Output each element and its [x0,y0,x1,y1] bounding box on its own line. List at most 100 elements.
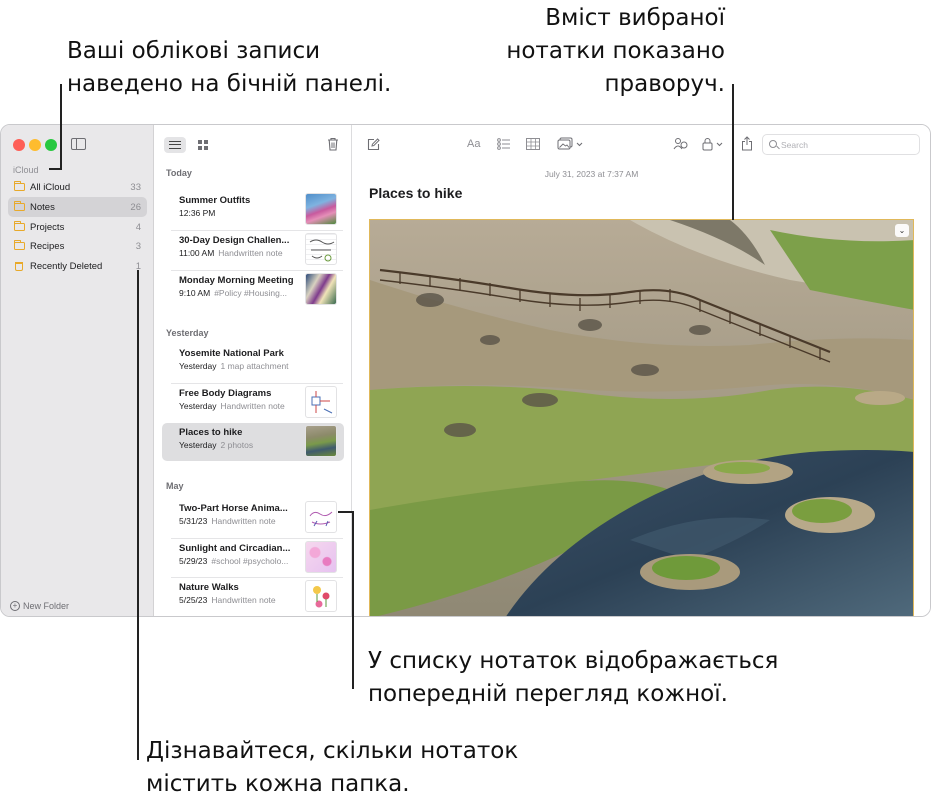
callout-line: нотатки показано [506,38,725,64]
note-item-selected[interactable]: Places to hike Yesterday 2 photos [162,423,344,461]
folder-icon [13,221,25,231]
note-preview: Handwritten note [218,248,283,258]
collaborate-icon[interactable] [673,137,688,151]
note-item[interactable]: Summer Outfits 12:36 PM [162,191,344,229]
note-title: Nature Walks [179,582,239,593]
list-view-button[interactable] [164,137,186,153]
note-meta: 11:00 AM Handwritten note [179,248,305,258]
note-title[interactable]: Places to hike [369,185,462,201]
note-item[interactable]: Nature Walks 5/25/23 Handwritten note [162,578,344,616]
diagram-thumbnail-icon [311,391,333,414]
new-folder-label: New Folder [23,601,70,611]
note-title: 30-Day Design Challen... [179,235,290,246]
notes-window: iCloud All iCloud 33 Notes 26 Projects 4… [0,124,931,617]
note-thumbnail [305,541,337,573]
table-icon[interactable] [526,138,540,150]
note-item[interactable]: Sunlight and Circadian... 5/29/23 #school… [162,539,344,577]
zoom-window-button[interactable] [45,139,57,151]
folder-count: 33 [130,181,141,193]
note-meta: Yesterday Handwritten note [179,401,305,411]
note-meta: Yesterday 1 map attachment [179,361,305,371]
sidebar-toggle-icon[interactable] [71,138,86,150]
folder-label: Recipes [30,240,65,252]
search-input[interactable] [781,138,911,151]
note-item[interactable]: Monday Morning Meeting 9:10 AM #Policy #H… [162,271,344,309]
note-meta: 5/31/23 Handwritten note [179,516,305,526]
gallery-view-icon [198,140,208,150]
sidebar-folder-all-icloud[interactable]: All iCloud 33 [8,177,147,197]
callout-line: Вміст вибраної [545,5,725,31]
checklist-icon[interactable] [497,138,511,150]
note-item[interactable]: Two-Part Horse Anima... 5/31/23 Handwritt… [162,499,344,537]
close-window-button[interactable] [13,139,25,151]
leader-line [60,84,62,170]
note-item[interactable]: 30-Day Design Challen... 11:00 AM Handwri… [162,231,344,269]
sidebar-folder-projects[interactable]: Projects 4 [8,217,147,237]
note-item[interactable]: Free Body Diagrams Yesterday Handwritten … [162,384,344,422]
note-date: 12:36 PM [179,208,216,218]
minimize-window-button[interactable] [29,139,41,151]
sidebar-folder-recipes[interactable]: Recipes 3 [8,236,147,256]
callout-note-content: Вміст вибраної нотатки показано праворуч… [506,2,725,101]
note-date: 5/31/23 [179,516,208,526]
note-item[interactable]: Yosemite National Park Yesterday 1 map at… [162,344,344,382]
sidebar-folder-notes[interactable]: Notes 26 [8,197,147,217]
sketch-thumbnail-icon [309,239,335,262]
group-label-yesterday: Yesterday [166,328,209,338]
media-icon[interactable] [557,137,585,151]
callout-line: У списку нотаток відображається [368,648,779,674]
note-title: Monday Morning Meeting [179,275,294,286]
note-preview: Handwritten note [211,595,276,605]
flowers-thumbnail-icon [313,586,330,608]
sidebar: iCloud All iCloud 33 Notes 26 Projects 4… [1,125,154,616]
note-preview: 1 map attachment [220,361,289,371]
note-thumbnail [305,425,337,457]
note-thumbnail [305,501,337,533]
callout-line: праворуч. [604,71,725,97]
note-date: Yesterday [179,440,217,450]
folder-label: All iCloud [30,181,71,193]
trash-icon [15,261,23,271]
lock-icon[interactable] [702,137,726,151]
sketch-thumbnail-icon [309,511,333,527]
compose-icon[interactable] [367,138,380,151]
note-preview: Handwritten note [211,516,276,526]
note-meta: 12:36 PM [179,208,305,218]
new-folder-button[interactable]: + New Folder [10,601,69,611]
note-editor: Aa Search July 31, 2023 at 7:37 AM Place… [353,125,930,616]
callout-folder-counts: Дізнавайтеся, скільки нотаток містить ко… [146,735,518,801]
callout-notes-list: У списку нотаток відображається попередн… [368,645,778,711]
note-title: Free Body Diagrams [179,388,272,399]
search-field[interactable] [762,134,920,155]
sidebar-folder-recently-deleted[interactable]: Recently Deleted 1 [8,256,147,276]
leader-line [338,511,353,513]
delete-note-button[interactable] [327,137,339,151]
note-thumbnail [305,580,337,612]
note-photo[interactable]: ⌄ [369,219,914,616]
share-icon[interactable] [741,136,753,151]
note-title: Summer Outfits [179,195,251,206]
note-thumbnail [305,273,337,305]
leader-line [352,511,354,689]
note-title: Yosemite National Park [179,348,284,359]
note-title: Sunlight and Circadian... [179,543,291,554]
note-preview: 2 photos [220,440,254,450]
note-meta: 9:10 AM #Policy #Housing... [179,288,305,298]
note-thumbnail [305,193,337,225]
callout-line: попередній перегляд кожної. [368,681,728,707]
notes-list: Today Summer Outfits 12:36 PM 30-Day Des… [154,125,352,616]
callout-line: наведено на бічній панелі. [67,71,392,97]
note-title: Two-Part Horse Anima... [179,503,288,514]
format-button[interactable]: Aa [467,138,480,150]
note-meta: 5/25/23 Handwritten note [179,595,305,605]
note-meta: Yesterday 2 photos [179,440,305,450]
gallery-view-button[interactable] [193,137,215,153]
note-preview: #Policy #Housing... [214,288,287,298]
account-section-label: iCloud [13,165,39,175]
note-date: 11:00 AM [179,248,215,258]
group-label-today: Today [166,168,192,178]
folder-icon [13,181,25,191]
folder-label: Projects [30,221,65,233]
leader-line [137,270,139,760]
chevron-down-icon[interactable]: ⌄ [895,224,909,237]
